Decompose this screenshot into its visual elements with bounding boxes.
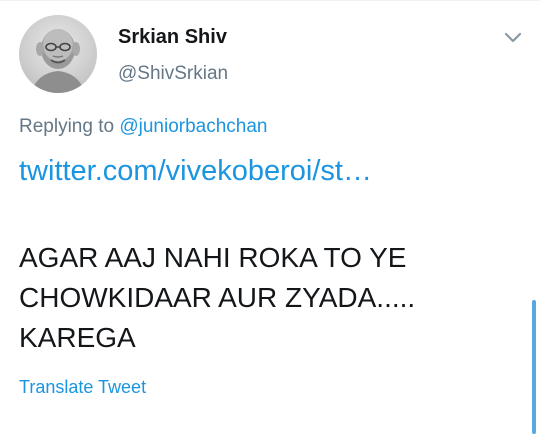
user-handle[interactable]: @ShivSrkian (118, 63, 228, 85)
tweet-card: Srkian Shiv @ShivSrkian Replying to @jun… (0, 0, 540, 434)
tweet-text-line: CHOWKIDAAR AUR ZYADA..... (19, 282, 416, 313)
divider (0, 0, 540, 1)
replying-to-label: Replying to (19, 116, 115, 137)
replying-to-mention[interactable]: @juniorbachchan (119, 116, 267, 137)
translate-tweet-link[interactable]: Translate Tweet (19, 377, 146, 398)
tweet-text: AGAR AAJ NAHI ROKA TO YE CHOWKIDAAR AUR … (19, 238, 489, 358)
tweet-link[interactable]: twitter.com/vivekoberoi/st… (19, 155, 372, 188)
scrollbar[interactable] (532, 300, 536, 434)
tweet-text-line: KAREGA (19, 322, 136, 353)
tweet-text-line: AGAR AAJ NAHI ROKA TO YE (19, 242, 407, 273)
chevron-down-icon[interactable] (500, 27, 526, 47)
display-name[interactable]: Srkian Shiv (118, 26, 227, 49)
avatar-portrait-icon (31, 29, 85, 93)
replying-to: Replying to @juniorbachchan (19, 116, 268, 138)
avatar[interactable] (19, 15, 97, 93)
